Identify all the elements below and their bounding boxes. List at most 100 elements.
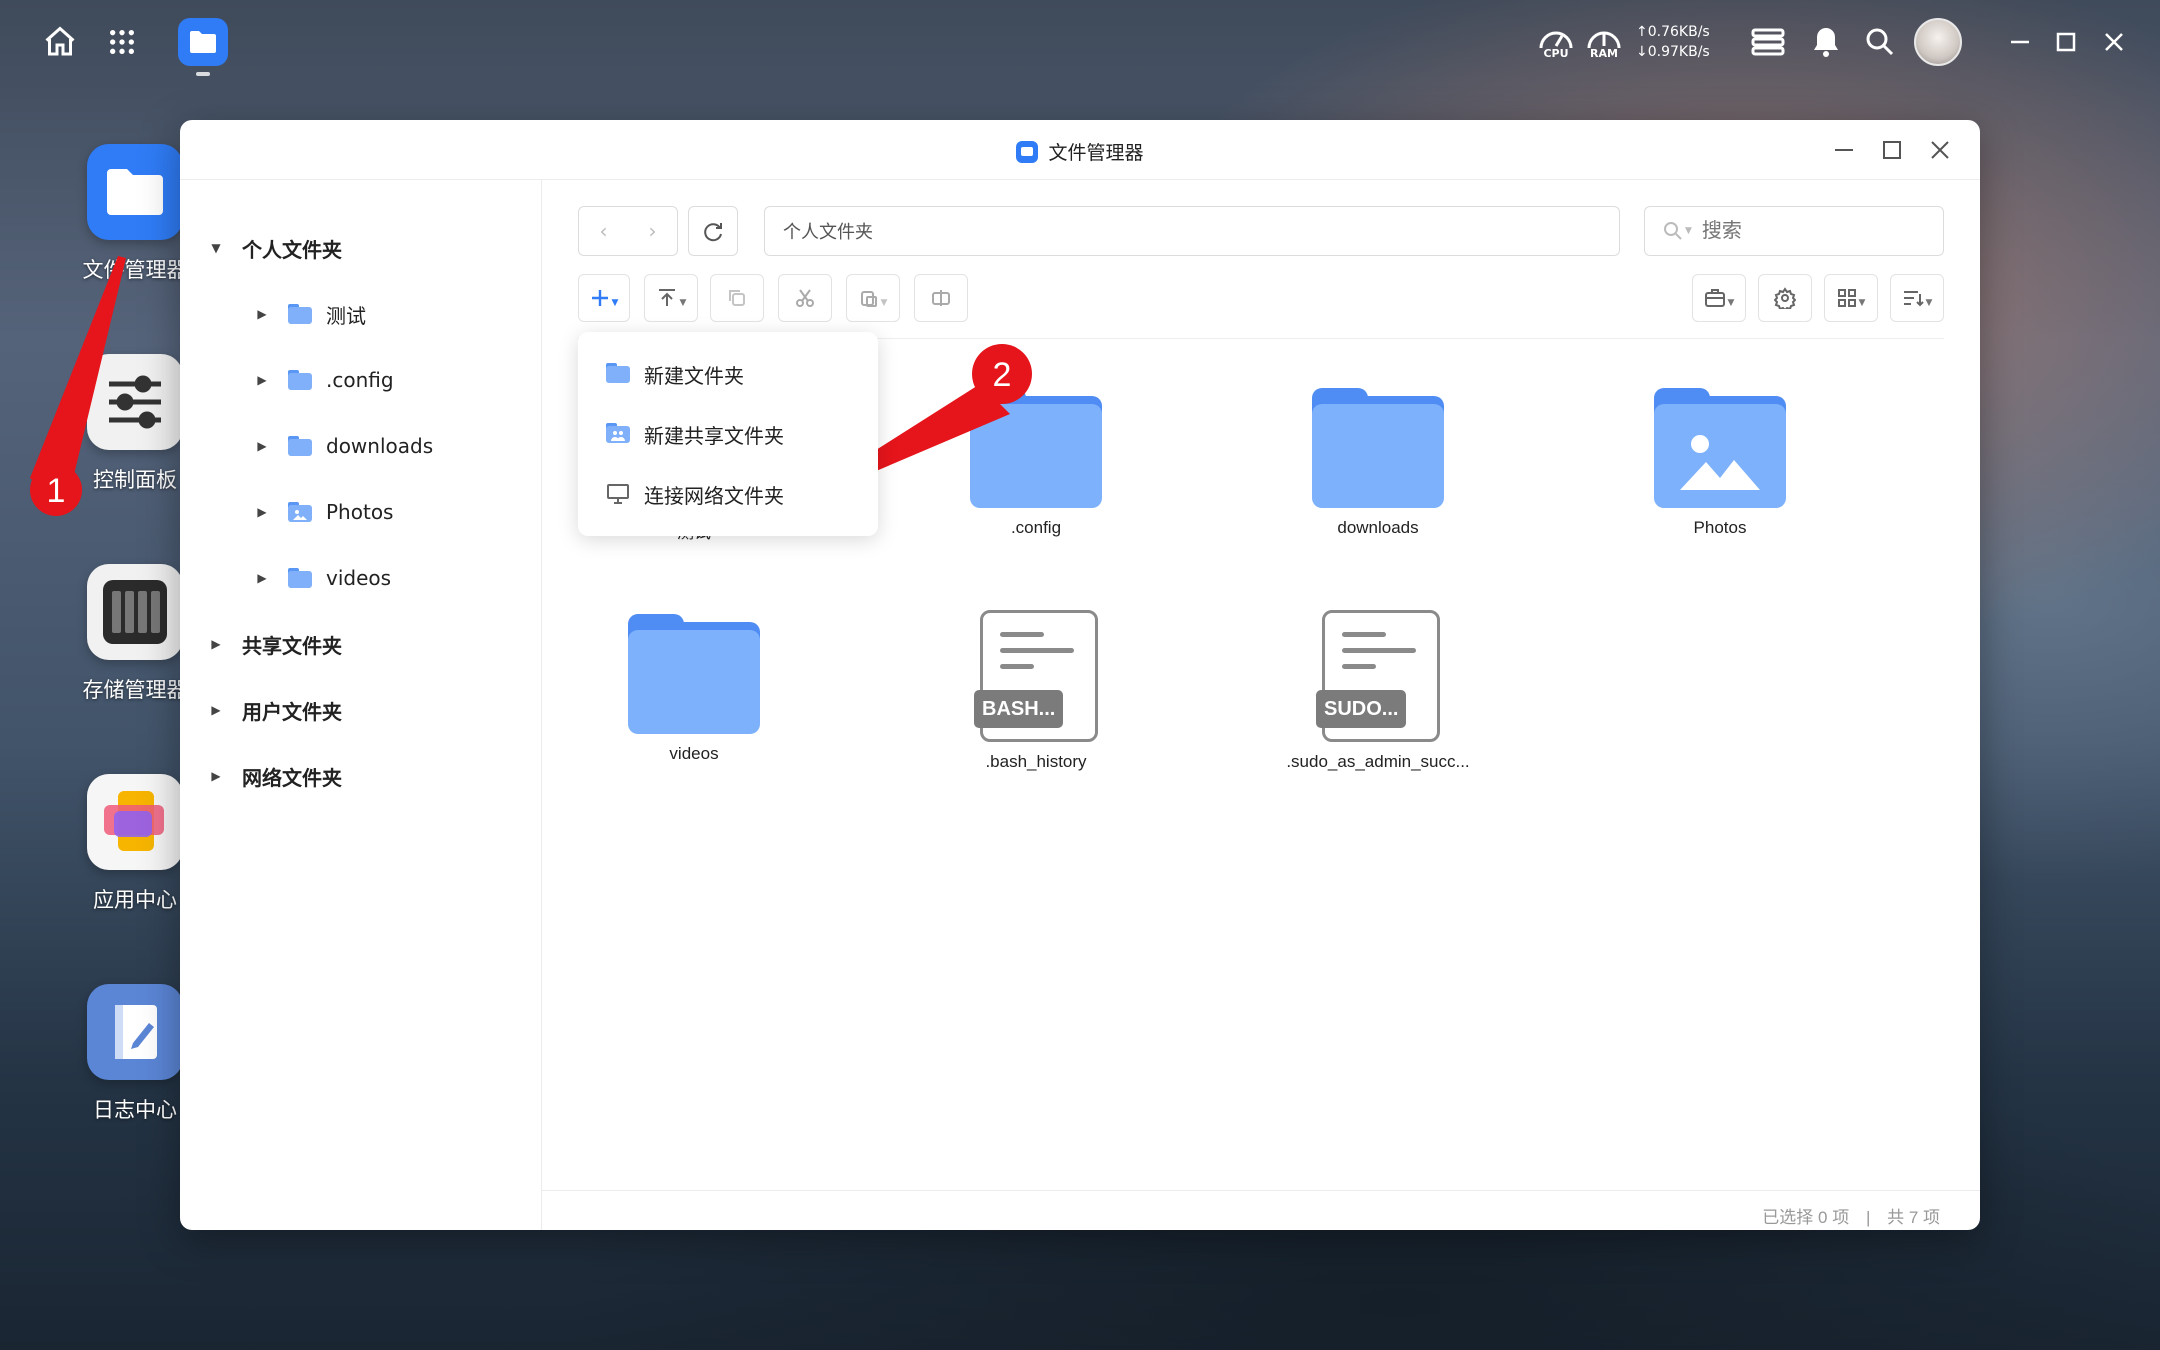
file-name: videos bbox=[669, 744, 719, 763]
folder-icon bbox=[970, 388, 1102, 508]
forward-icon[interactable]: › bbox=[628, 207, 677, 255]
file-item-videos[interactable]: videos bbox=[564, 614, 824, 764]
cpu-meter[interactable]: CPU bbox=[1536, 24, 1576, 60]
user-avatar[interactable] bbox=[1914, 18, 1962, 66]
network-speed: ↑0.76KB/s ↓0.97KB/s bbox=[1636, 22, 1710, 62]
gear-icon bbox=[1774, 287, 1796, 309]
tree-label: Photos bbox=[326, 500, 394, 524]
status-text: 已选择 0 项 | 共 7 项 bbox=[1762, 1203, 1940, 1228]
tree-shared-folder[interactable]: ▶ 共享文件夹 bbox=[208, 624, 342, 664]
window-title: 文件管理器 bbox=[1048, 142, 1144, 164]
view-mode-button[interactable]: ▼ bbox=[1824, 274, 1878, 322]
copy-button[interactable] bbox=[710, 274, 764, 322]
photos-folder-icon bbox=[1654, 388, 1786, 508]
dropdown-caret-icon: ▼ bbox=[1727, 298, 1735, 308]
briefcase-icon bbox=[1704, 289, 1725, 307]
tree-label: downloads bbox=[326, 434, 434, 458]
menu-item-new-folder[interactable]: 新建文件夹 bbox=[606, 354, 744, 394]
file-name: Photos bbox=[1693, 518, 1747, 537]
upload-button[interactable]: ▼ bbox=[644, 274, 698, 322]
shared-folder-icon bbox=[606, 423, 630, 445]
log-center-app-icon bbox=[87, 984, 183, 1080]
tree-label: 网络文件夹 bbox=[242, 765, 342, 790]
menu-item-label: 新建共享文件夹 bbox=[644, 423, 784, 448]
desktop-top-bar: CPU RAM ↑0.76KB/s ↓0.97KB/s bbox=[0, 0, 2160, 84]
ram-meter[interactable]: RAM bbox=[1584, 24, 1624, 60]
caret-right-icon[interactable]: ▶ bbox=[208, 702, 224, 718]
caret-right-icon[interactable]: ▶ bbox=[254, 438, 270, 454]
back-icon[interactable]: ‹ bbox=[579, 207, 628, 255]
caret-right-icon[interactable]: ▶ bbox=[254, 504, 270, 520]
ram-label: RAM bbox=[1590, 47, 1618, 60]
home-icon[interactable] bbox=[38, 20, 82, 64]
tree-user-folder[interactable]: ▶ 用户文件夹 bbox=[208, 690, 342, 730]
tree-item-downloads[interactable]: ▶ downloads bbox=[254, 426, 433, 466]
paste-button[interactable]: ▼ bbox=[846, 274, 900, 322]
app-grid-icon[interactable] bbox=[100, 20, 144, 64]
window-close-icon[interactable] bbox=[1926, 136, 1954, 164]
scissors-icon bbox=[796, 289, 814, 307]
search-icon bbox=[1664, 222, 1682, 240]
cpu-label: CPU bbox=[1543, 47, 1569, 60]
folder-tree-sidebar: ▼ 个人文件夹 ▶ 测试 ▶ .config ▶ downloads ▶ Phot… bbox=[180, 180, 542, 1230]
tree-item-test[interactable]: ▶ 测试 bbox=[254, 294, 366, 334]
tree-personal-folder[interactable]: ▼ 个人文件夹 bbox=[208, 228, 342, 268]
path-input[interactable] bbox=[764, 206, 1620, 256]
desktop-minimize-icon[interactable] bbox=[2004, 26, 2036, 58]
folder-icon bbox=[628, 614, 760, 734]
cut-button[interactable] bbox=[778, 274, 832, 322]
desktop-maximize-icon[interactable] bbox=[2050, 26, 2082, 58]
file-item-photos[interactable]: Photos bbox=[1590, 388, 1850, 538]
caret-right-icon[interactable]: ▶ bbox=[254, 372, 270, 388]
rename-button[interactable] bbox=[914, 274, 968, 322]
window-maximize-icon[interactable] bbox=[1878, 136, 1906, 164]
menu-item-connect-network-folder[interactable]: 连接网络文件夹 bbox=[606, 474, 784, 514]
tree-item-videos[interactable]: ▶ videos bbox=[254, 558, 391, 598]
window-title-wrap: 文件管理器 bbox=[180, 138, 1980, 165]
caret-right-icon[interactable]: ▶ bbox=[208, 768, 224, 784]
grid-view-icon bbox=[1837, 289, 1856, 307]
window-titlebar[interactable]: 文件管理器 bbox=[180, 120, 1980, 180]
taskbar-file-manager-icon[interactable] bbox=[178, 18, 228, 66]
tree-item-config[interactable]: ▶ .config bbox=[254, 360, 393, 400]
file-name: .sudo_as_admin_succ... bbox=[1286, 752, 1470, 771]
document-icon: SUDO... bbox=[1316, 610, 1440, 742]
search-input[interactable] bbox=[1701, 219, 1902, 243]
refresh-button[interactable] bbox=[688, 206, 738, 256]
file-item-downloads[interactable]: downloads bbox=[1248, 388, 1508, 538]
settings-button[interactable] bbox=[1758, 274, 1812, 322]
file-name: downloads bbox=[1337, 518, 1419, 537]
create-button[interactable]: ▼ bbox=[578, 274, 630, 322]
file-item-bash-history[interactable]: BASH... .bash_history bbox=[906, 610, 1166, 772]
window-minimize-icon[interactable] bbox=[1830, 136, 1858, 164]
caret-down-icon[interactable]: ▼ bbox=[208, 240, 224, 256]
search-scope-dropdown-icon[interactable]: ▼ bbox=[1685, 226, 1692, 236]
folder-icon bbox=[606, 363, 630, 385]
search-icon[interactable] bbox=[1862, 24, 1898, 60]
dropdown-caret-icon: ▼ bbox=[880, 298, 888, 308]
file-item-config[interactable]: .config bbox=[906, 388, 1166, 538]
bell-icon[interactable] bbox=[1808, 24, 1844, 60]
monitor-icon bbox=[606, 483, 630, 505]
toolbox-button[interactable]: ▼ bbox=[1692, 274, 1746, 322]
caret-right-icon[interactable]: ▶ bbox=[254, 570, 270, 586]
file-manager-window: 文件管理器 ▼ 个人文件夹 ▶ 测试 ▶ .config ▶ downloads… bbox=[180, 120, 1980, 1230]
upload-icon bbox=[658, 289, 675, 306]
dropdown-caret-icon: ▼ bbox=[679, 298, 687, 308]
download-speed: ↓0.97KB/s bbox=[1636, 44, 1710, 60]
total-count: 共 7 项 bbox=[1887, 1208, 1940, 1227]
desktop-close-icon[interactable] bbox=[2098, 26, 2130, 58]
caret-right-icon[interactable]: ▶ bbox=[254, 306, 270, 322]
photos-folder-icon bbox=[288, 502, 312, 522]
app-center-app-icon bbox=[87, 774, 183, 870]
storage-manager-app-icon bbox=[87, 564, 183, 660]
tree-item-photos[interactable]: ▶ Photos bbox=[254, 492, 393, 532]
tree-network-folder[interactable]: ▶ 网络文件夹 bbox=[208, 756, 342, 796]
menu-item-new-shared-folder[interactable]: 新建共享文件夹 bbox=[606, 414, 784, 454]
sort-button[interactable]: ▼ bbox=[1890, 274, 1944, 322]
task-list-icon[interactable] bbox=[1750, 24, 1786, 60]
upload-speed: ↑0.76KB/s bbox=[1636, 24, 1710, 40]
caret-right-icon[interactable]: ▶ bbox=[208, 636, 224, 652]
file-item-sudo-as-admin[interactable]: SUDO... .sudo_as_admin_succ... bbox=[1248, 610, 1508, 772]
search-field[interactable]: ▼ bbox=[1644, 206, 1944, 256]
